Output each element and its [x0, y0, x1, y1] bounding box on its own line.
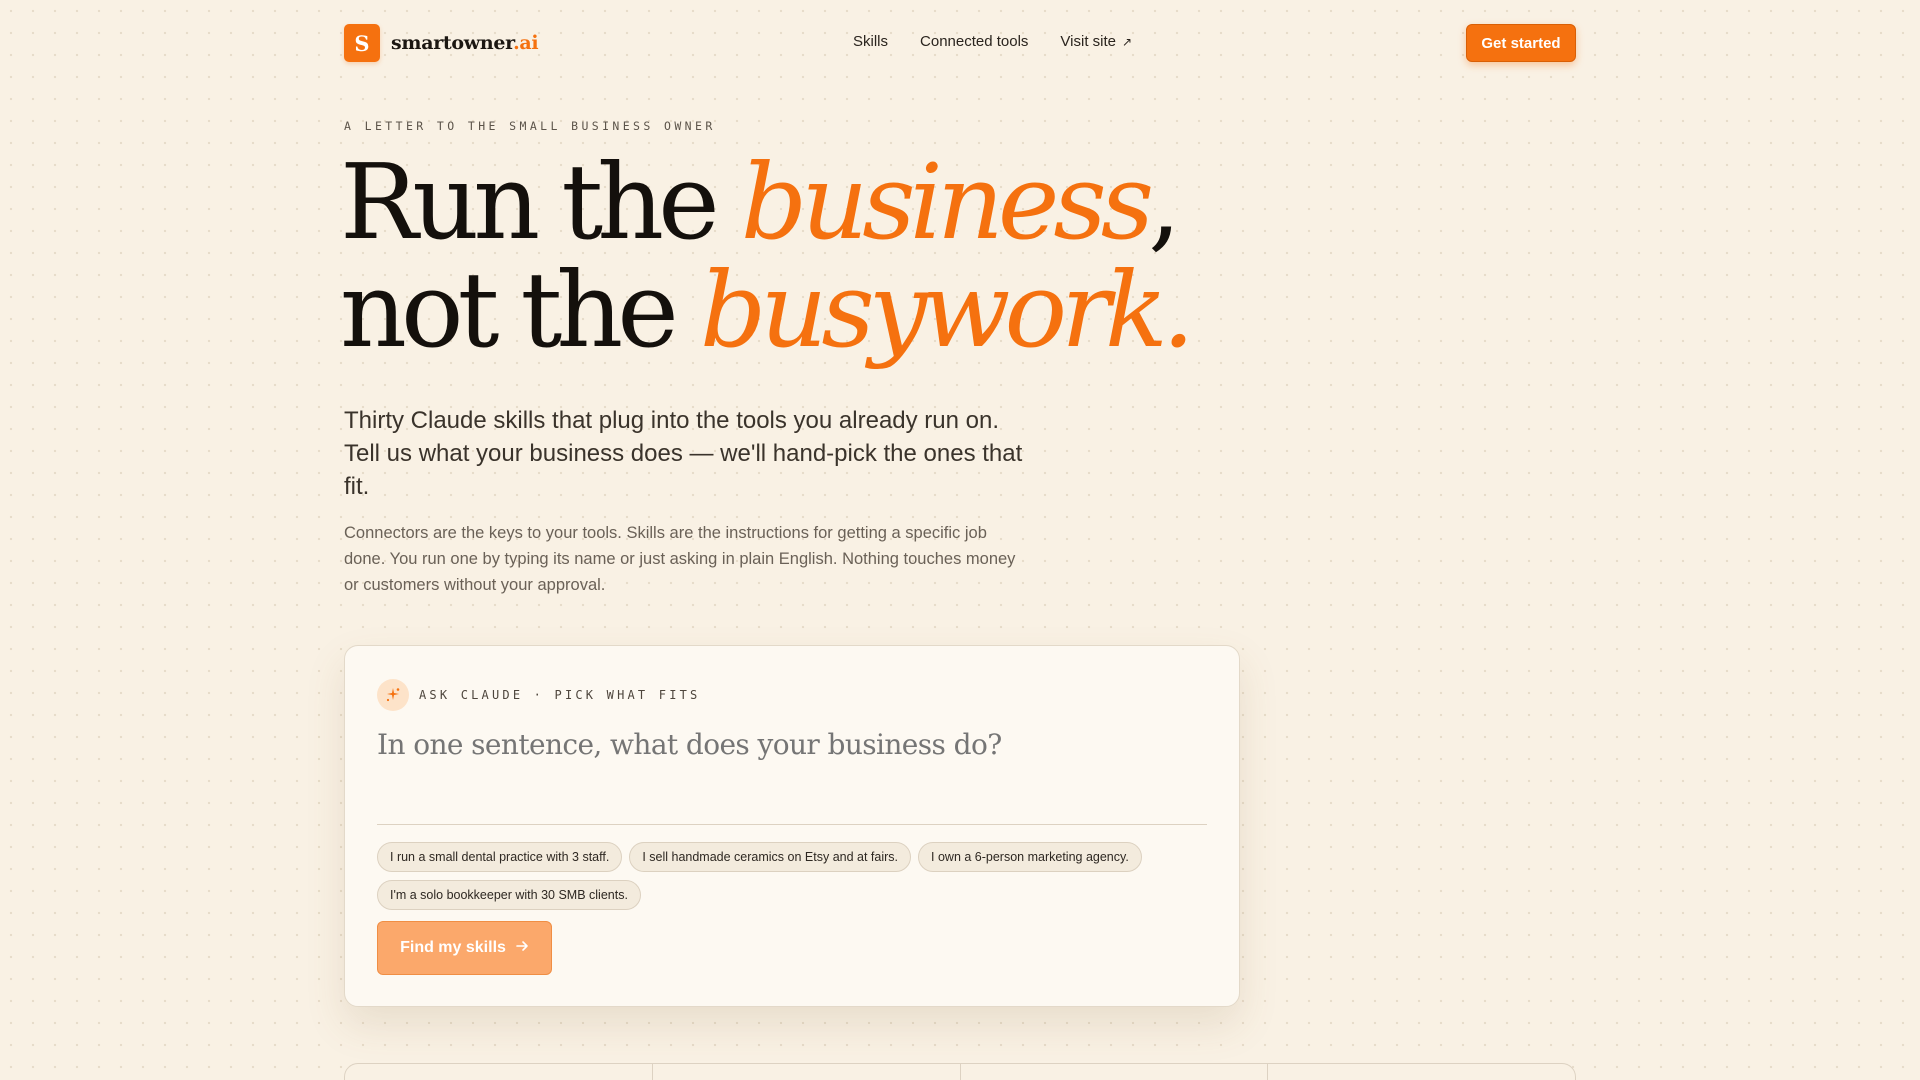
main-nav: Skills Connected tools Visit site ↗: [853, 33, 1132, 50]
brand-logo[interactable]: S smartowner.ai: [344, 24, 539, 62]
suggestion-chips: I run a small dental practice with 3 sta…: [377, 842, 1207, 910]
card-header: ASK CLAUDE · PICK WHAT FITS: [377, 679, 700, 711]
hero-lede: Thirty Claude skills that plug into the …: [344, 407, 1023, 500]
visit-site-label: Visit site: [1060, 33, 1116, 50]
nav-link-visit-site[interactable]: Visit site ↗: [1060, 33, 1132, 50]
brand-suffix: .ai: [513, 32, 539, 54]
suggestion-chip[interactable]: I sell handmade ceramics on Etsy and at …: [629, 842, 912, 872]
nav-link-connected-tools[interactable]: Connected tools: [920, 33, 1028, 50]
arrow-right-icon: [516, 939, 529, 957]
headline-accent-business: business: [740, 141, 1154, 263]
hero-subtext: Connectors are the keys to your tools. S…: [344, 524, 1016, 594]
brand-name: smartowner.ai: [391, 32, 539, 54]
card-label: ASK CLAUDE · PICK WHAT FITS: [419, 688, 701, 702]
logo-badge: S: [344, 24, 380, 62]
suggestion-chip[interactable]: I'm a solo bookkeeper with 30 SMB client…: [377, 880, 641, 910]
headline-accent-busywork: busywork.: [699, 249, 1195, 371]
headline-line-1: Run the business,: [340, 141, 1181, 263]
get-started-button[interactable]: Get started: [1466, 24, 1576, 62]
nav-link-skills[interactable]: Skills: [853, 33, 888, 50]
stats-cell: [345, 1064, 653, 1080]
sparkle-icon: [377, 679, 409, 711]
hero-eyebrow: A LETTER TO THE SMALL BUSINESS OWNER: [344, 119, 716, 133]
business-description-input[interactable]: [377, 728, 1207, 761]
stats-cell: [653, 1064, 961, 1080]
find-my-skills-button[interactable]: Find my skills: [377, 921, 552, 975]
arrow-up-right-icon: ↗: [1122, 34, 1133, 49]
top-navigation: S smartowner.ai Skills Connected tools V…: [344, 24, 1576, 62]
suggestion-chip[interactable]: I own a 6-person marketing agency.: [918, 842, 1142, 872]
ask-claude-card: ASK CLAUDE · PICK WHAT FITS I run a smal…: [344, 645, 1240, 1007]
stats-cell: [961, 1064, 1269, 1080]
hero-headline: Run the business, not the busywork.: [340, 141, 1195, 371]
input-underline: [377, 824, 1207, 825]
find-my-skills-label: Find my skills: [400, 939, 506, 956]
suggestion-chip[interactable]: I run a small dental practice with 3 sta…: [377, 842, 623, 872]
stats-strip: [344, 1063, 1576, 1080]
headline-line-2: not the busywork.: [340, 249, 1195, 371]
stats-cell: [1268, 1064, 1575, 1080]
